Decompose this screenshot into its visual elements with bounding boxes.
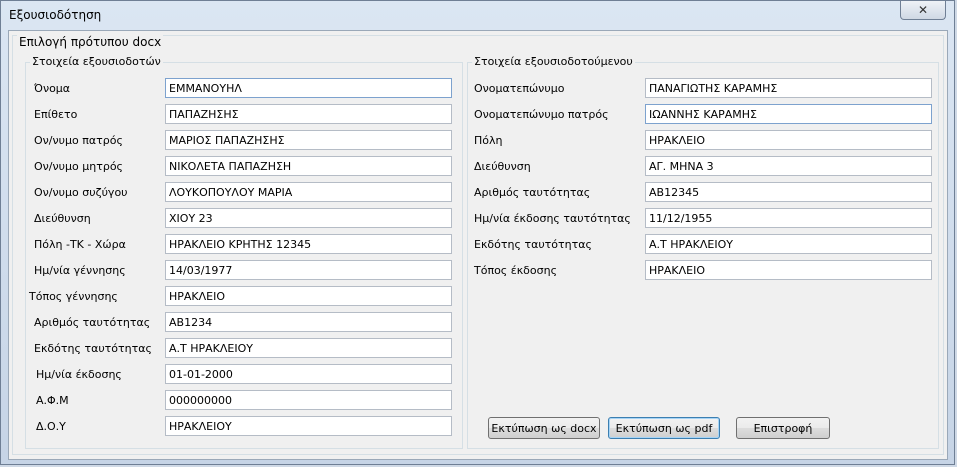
last-name-field[interactable]: ΠΑΠΑΖΗΣΗΣ [165, 104, 452, 124]
address-field[interactable]: ΧΙΟΥ 23 [165, 208, 452, 228]
grantor-group-label: Στοιχεία εξουσιοδοτών [30, 55, 163, 68]
grantee-id-issue-date-label: Ημ/νία έκδοσης ταυτότητας [474, 212, 631, 225]
print-pdf-button[interactable]: Εκτύπωση ως pdf [608, 417, 720, 439]
tax-id-label: Α.Φ.Μ [36, 394, 69, 407]
tax-office-field[interactable]: ΗΡΑΚΛΕΙΟΥ [165, 416, 452, 436]
mother-name-label: Ον/νυμο μητρός [34, 160, 124, 173]
grantee-city-field[interactable]: ΗΡΑΚΛΕΙΟ [645, 130, 932, 150]
grantee-address-field[interactable]: ΑΓ. ΜΗΝΑ 3 [645, 156, 932, 176]
back-button[interactable]: Επιστροφή [736, 417, 830, 439]
mother-name-field[interactable]: ΝΙΚΟΛΕΤΑ ΠΑΠΑΖΗΣΗ [165, 156, 452, 176]
grantee-issue-place-label: Τόπος έκδοσης [474, 264, 558, 277]
close-button[interactable]: ✕ [900, 1, 946, 20]
father-name-label: Ον/νυμο πατρός [34, 134, 123, 147]
first-name-field[interactable]: ΕΜΜΑΝΟΥΗΛ [165, 78, 452, 98]
id-issuer-label: Εκδότης ταυτότητας [34, 342, 152, 355]
grantee-id-number-field[interactable]: ΑΒ12345 [645, 182, 932, 202]
window-title: Εξουσιοδότηση [9, 8, 102, 22]
first-name-label: Όνομα [34, 82, 71, 95]
grantee-address-label: Διεύθυνση [474, 160, 531, 173]
template-group-label: Επιλογή πρότυπου docx [17, 35, 164, 49]
grantee-id-number-label: Αριθμός ταυτότητας [474, 186, 591, 199]
city-zip-country-field[interactable]: ΗΡΑΚΛΕΙΟ ΚΡΗΤΗΣ 12345 [165, 234, 452, 254]
id-issuer-field[interactable]: Α.Τ ΗΡΑΚΛΕΙΟΥ [165, 338, 452, 358]
last-name-label: Επίθετο [34, 108, 78, 121]
father-name-field[interactable]: ΜΑΡΙΟΣ ΠΑΠΑΖΗΣΗΣ [165, 130, 452, 150]
grantee-group: Στοιχεία εξουσιοδοτούμενου Ονοματεπώνυμο… [467, 55, 939, 449]
grantee-father-name-field[interactable]: ΙΩΑΝΝΗΣ ΚΑΡΑΜΗΣ [645, 104, 932, 124]
birth-place-field[interactable]: ΗΡΑΚΛΕΙΟ [165, 286, 452, 306]
birth-date-field[interactable]: 14/03/1977 [165, 260, 452, 280]
title-bar: Εξουσιοδότηση ✕ [1, 1, 954, 29]
grantee-full-name-field[interactable]: ΠΑΝΑΓΙΩΤΗΣ ΚΑΡΑΜΗΣ [645, 78, 932, 98]
grantee-father-name-label: Ονοματεπώνυμο πατρός [474, 108, 609, 121]
issue-date-field[interactable]: 01-01-2000 [165, 364, 452, 384]
id-number-label: Αριθμός ταυτότητας [34, 316, 151, 329]
authorization-window: Εξουσιοδότηση ✕ Επιλογή πρότυπου docx Στ… [0, 0, 955, 465]
grantee-issue-place-field[interactable]: ΗΡΑΚΛΕΙΟ [645, 260, 932, 280]
grantee-full-name-label: Ονοματεπώνυμο [474, 82, 565, 95]
grantee-id-issuer-field[interactable]: Α.Τ ΗΡΑΚΛΕΙΟΥ [645, 234, 932, 254]
tax-id-field[interactable]: 000000000 [165, 390, 452, 410]
spouse-name-label: Ον/νυμο συζύγου [34, 186, 128, 199]
spouse-name-field[interactable]: ΛΟΥΚΟΠΟΥΛΟΥ ΜΑΡΙΑ [165, 182, 452, 202]
address-label: Διεύθυνση [34, 212, 91, 225]
grantee-city-label: Πόλη [474, 134, 503, 147]
birth-date-label: Ημ/νία γέννησης [34, 264, 126, 277]
issue-date-label: Ημ/νία έκδοσης [36, 368, 122, 381]
grantee-id-issue-date-field[interactable]: 11/12/1955 [645, 208, 932, 228]
grantee-id-issuer-label: Εκδότης ταυτότητας [474, 238, 592, 251]
tax-office-label: Δ.Ο.Υ [36, 420, 66, 433]
city-zip-country-label: Πόλη -ΤΚ - Χώρα [34, 238, 126, 251]
birth-place-label: Τόπος γέννησης [29, 290, 118, 303]
id-number-field[interactable]: ΑΒ1234 [165, 312, 452, 332]
grantor-group: Στοιχεία εξουσιοδοτών Όνομα ΕΜΜΑΝΟΥΗΛ Επ… [25, 55, 463, 449]
dialog-client-area: Επιλογή πρότυπου docx Στοιχεία εξουσιοδο… [8, 30, 948, 460]
print-docx-button[interactable]: Εκτύπωση ως docx [488, 417, 600, 439]
template-group: Επιλογή πρότυπου docx Στοιχεία εξουσιοδο… [12, 35, 944, 455]
grantee-group-label: Στοιχεία εξουσιοδοτούμενου [472, 55, 635, 68]
close-icon: ✕ [917, 3, 929, 17]
